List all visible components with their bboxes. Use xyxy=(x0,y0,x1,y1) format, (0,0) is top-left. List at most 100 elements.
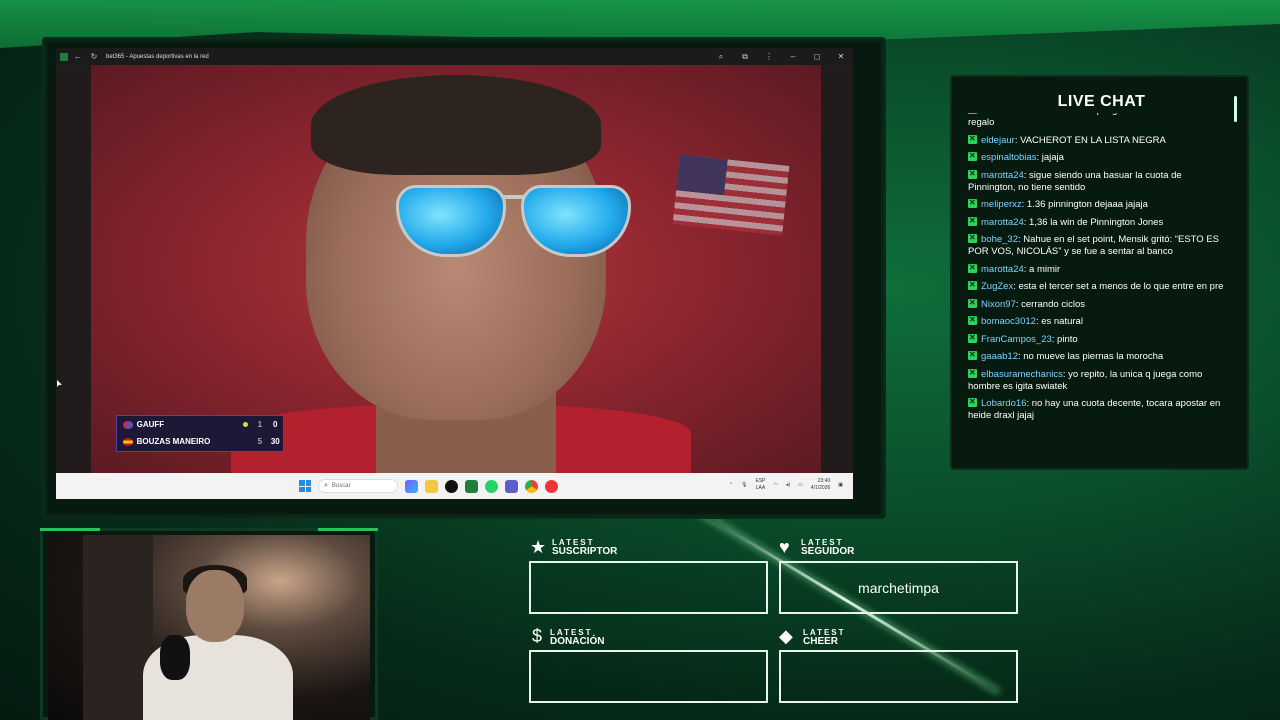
player-name: BOUZAS MANEIRO xyxy=(136,437,211,446)
chat-username[interactable]: meliperxz xyxy=(981,199,1022,210)
kick-badge-icon xyxy=(968,396,977,408)
scorebug-row-player-1: GAUFF 1 0 xyxy=(117,416,283,433)
kick-badge-icon xyxy=(968,332,977,344)
chat-text: : es natural xyxy=(1035,316,1083,327)
chat-text: : cerrando ciclos xyxy=(1015,298,1086,310)
bet365-app-icon[interactable] xyxy=(465,479,478,493)
tiktok-icon[interactable] xyxy=(445,479,458,493)
chat-username[interactable]: KarinaMileiOficial xyxy=(981,113,1054,116)
chat-username[interactable]: marotta24 xyxy=(981,170,1024,181)
chat-username[interactable]: bomaoc3012 xyxy=(981,316,1036,327)
chrome-icon[interactable] xyxy=(525,479,538,493)
windows-start-icon[interactable] xyxy=(299,480,311,492)
kick-badge-icon xyxy=(968,314,977,326)
chat-username[interactable]: FranCampos_23 xyxy=(981,334,1052,345)
taskbar-clock[interactable]: 23:40 4/1/2026 xyxy=(811,478,830,492)
more-menu-icon[interactable]: ⋮ xyxy=(763,51,775,63)
chat-scrollbar[interactable] xyxy=(1234,96,1237,122)
close-icon[interactable]: ✕ xyxy=(835,51,847,63)
chat-username[interactable]: Lobardo16 xyxy=(981,398,1026,409)
game-score: 0 xyxy=(273,420,278,429)
latest-seguidor-label: LATEST SEGUIDOR xyxy=(801,538,855,557)
chat-text: : a mimir xyxy=(1023,263,1061,275)
minimize-icon[interactable]: – xyxy=(787,51,799,63)
latest-seguidor-box: marchetimpa xyxy=(779,561,1018,614)
app-icon[interactable] xyxy=(545,479,558,493)
wifi-icon[interactable]: ◠ xyxy=(774,482,778,488)
chat-username[interactable]: bohe_32 xyxy=(981,234,1018,245)
chat-message: Nixon97: cerrando ciclos xyxy=(968,297,1228,311)
heart-icon: ♥ xyxy=(779,537,790,557)
chat-message: gaaab12: no mueve las piernas la morocha xyxy=(968,349,1228,363)
chat-message: eldejaur: VACHEROT EN LA LISTA NEGRA xyxy=(968,133,1228,147)
latest-donacion-label: LATEST DONACIÓN xyxy=(550,628,605,647)
chat-text: : no mueve las piernas la morocha xyxy=(1017,351,1164,362)
video-frame-image xyxy=(91,65,821,473)
chat-text: : VACHEROT EN LA LISTA NEGRA xyxy=(1014,134,1166,146)
battery-icon[interactable]: ▭ xyxy=(798,482,803,488)
chat-username[interactable]: elbasuramechanics xyxy=(981,369,1063,380)
copilot-icon[interactable] xyxy=(405,479,418,493)
volume-icon[interactable]: ◂) xyxy=(786,482,790,488)
chat-text: : esta el tercer set a menos de lo que e… xyxy=(1013,281,1224,292)
kick-badge-icon xyxy=(968,349,977,361)
set-score: 1 xyxy=(257,420,263,429)
kick-badge-icon xyxy=(968,297,977,309)
chat-title: LIVE CHAT xyxy=(1057,93,1146,110)
notifications-icon[interactable]: ▣ xyxy=(838,482,843,488)
chat-username[interactable]: ZugZex xyxy=(981,281,1013,292)
player-name: GAUFF xyxy=(136,420,165,429)
game-score: 30 xyxy=(270,437,280,446)
refresh-icon[interactable]: ↻ xyxy=(88,51,100,63)
search-icon: ⌕ xyxy=(324,482,328,489)
language-indicator[interactable]: ESP LAA xyxy=(755,478,765,492)
video-stream[interactable]: GAUFF 1 0 BOUZAS MANEIRO 5 30 xyxy=(56,65,853,473)
taskbar-search[interactable]: ⌕ Buscar xyxy=(318,479,398,493)
flag-background xyxy=(672,154,790,236)
back-arrow-icon[interactable]: ← xyxy=(72,51,84,63)
chat-text: : 1.36 pinnington dejaaa jajaja xyxy=(1021,199,1148,210)
serve-indicator xyxy=(242,420,253,429)
usa-flag-icon xyxy=(123,420,133,429)
latest-cheer-box xyxy=(779,650,1018,703)
chat-message: ZugZex: esta el tercer set a menos de lo… xyxy=(968,279,1228,293)
chat-text: : 1,36 la win de Pinnington Jones xyxy=(1023,216,1164,228)
chat-username[interactable]: Nixon97 xyxy=(981,299,1016,310)
chat-username[interactable]: eldejaur xyxy=(981,135,1015,146)
latest-donacion-box xyxy=(529,650,768,703)
chat-message: FranCampos_23: pinto xyxy=(968,332,1228,346)
kick-badge-icon xyxy=(968,168,977,180)
latest-suscriptor-label: LATEST SUSCRIPTOR xyxy=(552,538,618,557)
file-explorer-icon[interactable] xyxy=(425,479,438,493)
chat-message: elbasuramechanics: yo repito, la unica q… xyxy=(968,367,1228,393)
kick-badge-icon xyxy=(968,113,977,115)
chat-username[interactable]: marotta24 xyxy=(981,217,1024,228)
chat-username[interactable]: marotta24 xyxy=(981,264,1024,275)
kick-badge-icon xyxy=(968,262,977,274)
chat-message: KarinaMileiOficial: cuota a que gana coc… xyxy=(968,113,1228,129)
zoom-icon[interactable]: ⌕ xyxy=(715,51,727,63)
restore-icon[interactable]: ◻ xyxy=(811,51,823,63)
chat-username[interactable]: gaaab12 xyxy=(981,351,1018,362)
chat-text: : pinto xyxy=(1051,333,1078,345)
chat-message-list: KarinaMileiOficial: cuota a que gana coc… xyxy=(968,113,1228,448)
kick-badge-icon xyxy=(968,133,977,145)
app-icon xyxy=(60,52,68,61)
extensions-icon[interactable]: ⧉ xyxy=(739,51,751,63)
chat-message: bohe_32: Nahue en el set point, Mensik g… xyxy=(968,232,1228,258)
teams-icon[interactable] xyxy=(505,479,518,493)
microphone-icon[interactable]: 🎙 xyxy=(741,482,747,488)
diamond-icon: ◆ xyxy=(779,626,793,646)
whatsapp-icon[interactable] xyxy=(485,479,498,493)
kick-badge-icon xyxy=(968,279,977,291)
chevron-up-icon[interactable]: ⌃ xyxy=(729,482,733,488)
tab-title: bet365 - Apuestas deportivas en la red xyxy=(106,53,209,60)
chat-username[interactable]: espinaltobias xyxy=(981,152,1036,163)
windows-taskbar: ⌕ Buscar ⌃ 🎙 ESP LAA ◠ ◂) ▭ 23:40 4/1/20… xyxy=(56,473,853,499)
latest-cheer-label: LATEST CHEER xyxy=(803,628,846,647)
set-score: 5 xyxy=(257,437,263,446)
chat-message: marotta24: a mimir xyxy=(968,262,1228,276)
chat-message: marotta24: sigue siendo una basuar la cu… xyxy=(968,168,1228,194)
kick-badge-icon xyxy=(968,367,977,379)
chat-text: : jajaja xyxy=(1036,152,1064,163)
